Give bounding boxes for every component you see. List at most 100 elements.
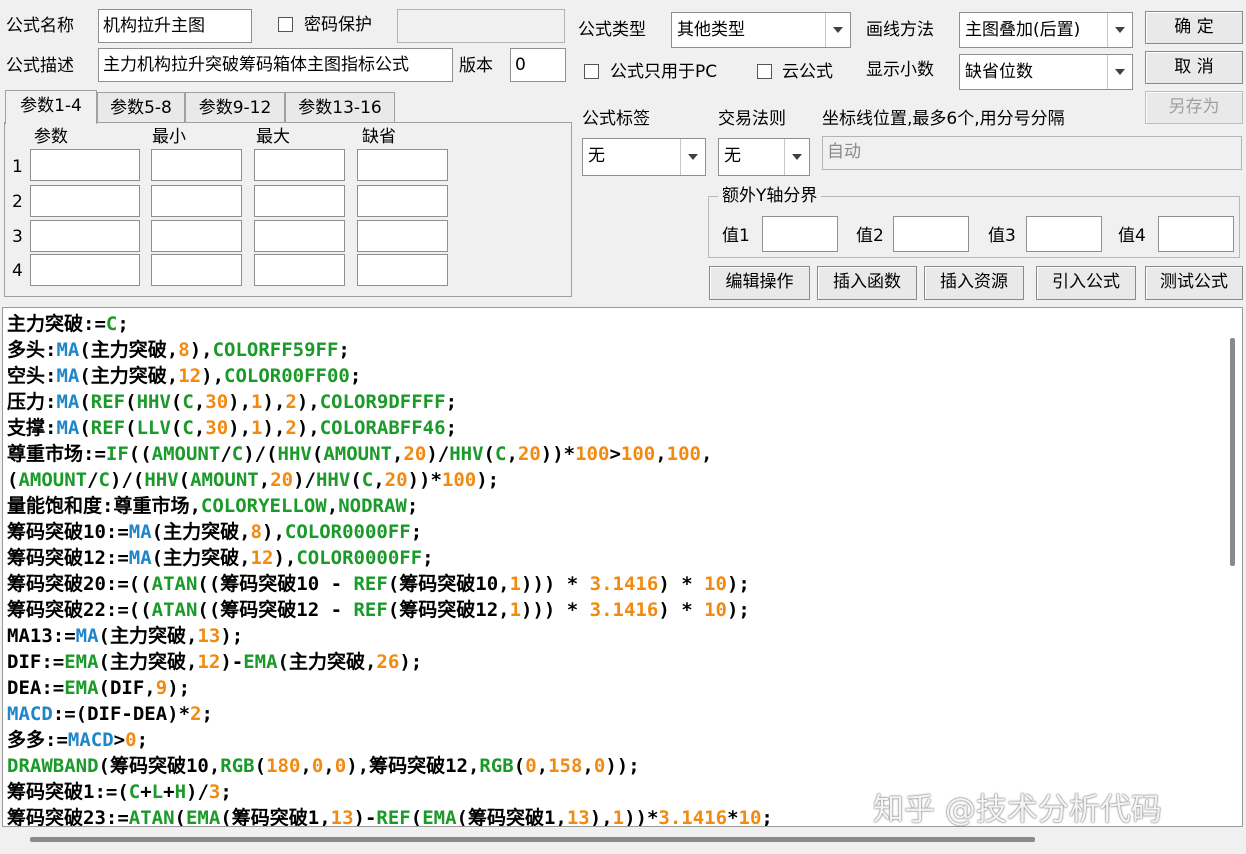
version-input[interactable]: 0 — [510, 48, 566, 82]
cancel-button[interactable]: 取 消 — [1145, 51, 1243, 84]
code-token: 12 — [250, 547, 274, 569]
code-line[interactable]: 量能饱和度:尊重市场,COLORYELLOW,NODRAW; — [7, 493, 773, 519]
param-max-3[interactable] — [254, 220, 345, 252]
code-line[interactable]: 多多:=MACD>0; — [7, 727, 773, 753]
code-content[interactable]: 主力突破:=C; 多头:MA(主力突破,8),COLORFF59FF; 空头:MA(… — [7, 311, 773, 827]
code-editor[interactable]: 主力突破:=C; 多头:MA(主力突破,8),COLORFF59FF; 空头:MA(… — [2, 307, 1243, 827]
param-min-3[interactable] — [151, 220, 242, 252]
code-token: 12 — [197, 651, 221, 673]
code-line[interactable]: (AMOUNT/C)/(HHV(AMOUNT,20)/HHV(C,20))*10… — [7, 467, 773, 493]
save-as-button[interactable]: 另存为 — [1145, 91, 1243, 124]
tab-params-1-4[interactable]: 参数1-4 — [5, 90, 97, 124]
vertical-scrollbar[interactable] — [1224, 310, 1240, 824]
coord-line-label: 坐标线位置,最多6个,用分号分隔 — [822, 109, 1065, 129]
code-line[interactable]: 筹码突破20:=((ATAN((筹码突破10 - REF(筹码突破10,1)))… — [7, 571, 773, 597]
code-token: , — [326, 495, 339, 517]
param-name-1[interactable] — [30, 149, 140, 181]
trade-rule-select[interactable]: 无 — [718, 138, 810, 176]
code-token: ))) * — [521, 599, 590, 621]
param-min-4[interactable] — [151, 254, 242, 286]
code-line[interactable]: 压力:MA(REF(HHV(C,30),1),2),COLOR9DFFFF; — [7, 389, 773, 415]
code-token: DEA:= — [7, 677, 65, 699]
formula-tag-select[interactable]: 无 — [582, 138, 706, 176]
y-value-input-3[interactable] — [1026, 216, 1102, 252]
edit-operations-button[interactable]: 编辑操作 — [709, 266, 810, 300]
param-row-number: 1 — [12, 157, 23, 177]
param-default-2[interactable] — [357, 185, 448, 217]
tab-params-9-12[interactable]: 参数9-12 — [185, 92, 285, 122]
code-token: (主力突破, — [98, 625, 198, 647]
code-line[interactable]: 筹码突破1:=(C+L+H)/3; — [7, 779, 773, 805]
code-token: , — [391, 443, 404, 465]
insert-function-button[interactable]: 插入函数 — [817, 266, 917, 300]
code-token: ; — [117, 313, 129, 335]
code-token: LLV — [136, 417, 171, 439]
code-token: MA — [128, 521, 152, 543]
code-line[interactable]: MA13:=MA(主力突破,13); — [7, 623, 773, 649]
code-token: ; — [349, 365, 362, 387]
code-line[interactable]: 支撑:MA(REF(LLV(C,30),1),2),COLORABFF46; — [7, 415, 773, 441]
code-token: 10 — [704, 573, 727, 595]
chevron-down-icon[interactable] — [784, 139, 809, 175]
cloud-formula-checkbox[interactable] — [757, 64, 772, 79]
param-max-1[interactable] — [254, 149, 345, 181]
decimals-select[interactable]: 缺省位数 — [959, 54, 1133, 90]
param-default-3[interactable] — [357, 220, 448, 252]
code-line[interactable]: DIF:=EMA(主力突破,12)-EMA(主力突破,26); — [7, 649, 773, 675]
coord-line-input[interactable]: 自动 — [822, 136, 1242, 170]
code-line[interactable]: 筹码突破22:=((ATAN((筹码突破12 - REF(筹码突破12,1)))… — [7, 597, 773, 623]
password-checkbox[interactable] — [278, 17, 293, 32]
draw-method-select[interactable]: 主图叠加(后置) — [959, 12, 1133, 48]
code-line[interactable]: 多头:MA(主力突破,8),COLORFF59FF; — [7, 337, 773, 363]
y-value-input-1[interactable] — [762, 216, 838, 252]
pc-only-checkbox[interactable] — [584, 64, 599, 79]
code-token: MA — [56, 391, 80, 413]
code-token: MA — [56, 339, 80, 361]
chevron-down-icon[interactable] — [825, 13, 850, 47]
param-name-2[interactable] — [30, 185, 140, 217]
tab-params-5-8[interactable]: 参数5-8 — [97, 92, 185, 122]
y-value-input-4[interactable] — [1158, 216, 1234, 252]
horizontal-scrollbar[interactable] — [2, 828, 1243, 852]
code-line[interactable]: 主力突破:=C; — [7, 311, 773, 337]
chevron-down-icon[interactable] — [1107, 55, 1132, 89]
chevron-down-icon[interactable] — [1107, 13, 1132, 47]
param-default-4[interactable] — [357, 254, 448, 286]
code-token: 筹码突破23:= — [7, 807, 129, 827]
code-token: 3.1416 — [589, 573, 659, 595]
insert-resource-button[interactable]: 插入资源 — [924, 266, 1024, 300]
formula-desc-input[interactable]: 主力机构拉升突破筹码箱体主图指标公式 — [98, 48, 453, 82]
code-token: 158 — [548, 755, 583, 777]
y-value-input-2[interactable] — [893, 216, 969, 252]
code-token: 0 — [593, 755, 606, 777]
code-token: 尊重市场:= — [7, 443, 106, 465]
param-default-1[interactable] — [357, 149, 448, 181]
code-token: MACD — [7, 703, 53, 725]
param-name-4[interactable] — [30, 254, 140, 286]
password-input[interactable] — [397, 9, 565, 43]
param-min-2[interactable] — [151, 185, 242, 217]
test-formula-button[interactable]: 测试公式 — [1145, 266, 1243, 300]
tab-params-13-16[interactable]: 参数13-16 — [285, 92, 395, 122]
code-line[interactable]: DRAWBAND(筹码突破10,RGB(180,0,0),筹码突破12,RGB(… — [7, 753, 773, 779]
param-max-2[interactable] — [254, 185, 345, 217]
chevron-down-icon[interactable] — [680, 139, 705, 175]
import-formula-button[interactable]: 引入公式 — [1036, 266, 1136, 300]
code-token: (筹码突破12, — [387, 599, 510, 621]
param-max-4[interactable] — [254, 254, 345, 286]
code-line[interactable]: 筹码突破12:=MA(主力突破,12),COLOR0000FF; — [7, 545, 773, 571]
param-name-3[interactable] — [30, 220, 140, 252]
ok-button[interactable]: 确 定 — [1145, 11, 1243, 44]
code-line[interactable]: 空头:MA(主力突破,12),COLOR00FF00; — [7, 363, 773, 389]
code-line[interactable]: 筹码突破23:=ATAN(EMA(筹码突破1,13)-REF(EMA(筹码突破1… — [7, 805, 773, 827]
param-min-1[interactable] — [151, 149, 242, 181]
code-line[interactable]: 筹码突破10:=MA(主力突破,8),COLOR0000FF; — [7, 519, 773, 545]
vertical-scroll-thumb[interactable] — [1230, 338, 1235, 566]
horizontal-scroll-thumb[interactable] — [30, 837, 1035, 842]
formula-name-input[interactable]: 机构拉升主图 — [98, 9, 252, 43]
formula-desc-label: 公式描述 — [6, 56, 74, 76]
formula-type-select[interactable]: 其他类型 — [671, 12, 851, 48]
code-line[interactable]: 尊重市场:=IF((AMOUNT/C)/(HHV(AMOUNT,20)/HHV(… — [7, 441, 773, 467]
code-line[interactable]: DEA:=EMA(DIF,9); — [7, 675, 773, 701]
code-line[interactable]: MACD:=(DIF-DEA)*2; — [7, 701, 773, 727]
